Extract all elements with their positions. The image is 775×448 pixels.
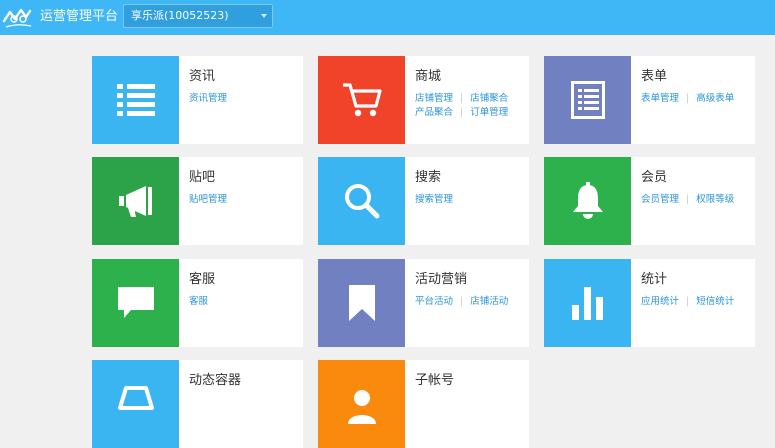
module-title[interactable]: 表单 xyxy=(641,69,667,85)
module-link[interactable]: 会员管理 xyxy=(641,194,679,205)
module-card[interactable]: 活动营销平台活动 | 店铺活动 xyxy=(318,259,529,347)
module-title[interactable]: 资讯 xyxy=(189,69,215,85)
module-title[interactable]: 活动营销 xyxy=(415,272,467,288)
store-select-value: 享乐派(10052523) xyxy=(131,9,229,22)
module-title[interactable]: 统计 xyxy=(641,272,667,288)
bar-chart-icon[interactable] xyxy=(544,259,631,347)
module-link[interactable]: 权限等级 xyxy=(696,194,734,205)
module-links: 贴吧管理 xyxy=(189,193,301,207)
link-separator: | xyxy=(686,296,690,307)
module-card[interactable]: 搜索 搜索管理 xyxy=(318,157,529,245)
link-separator: | xyxy=(686,93,690,104)
module-link[interactable]: 店铺管理 xyxy=(415,93,453,104)
bell-icon[interactable] xyxy=(544,157,631,245)
link-separator: | xyxy=(460,107,464,118)
chat-bubble-icon[interactable] xyxy=(92,259,179,347)
megaphone-icon[interactable] xyxy=(92,157,179,245)
module-title[interactable]: 搜索 xyxy=(415,170,441,186)
module-card[interactable]: 子帐号 xyxy=(318,360,529,448)
module-title[interactable]: 动态容器 xyxy=(189,373,241,389)
brand-logo[interactable] xyxy=(2,5,34,31)
search-icon[interactable] xyxy=(318,157,405,245)
shopping-cart-icon[interactable] xyxy=(318,56,405,144)
module-link[interactable]: 短信统计 xyxy=(696,296,734,307)
module-link[interactable]: 店铺活动 xyxy=(470,296,508,307)
form-document-icon[interactable] xyxy=(544,56,631,144)
module-links: 店铺管理 | 店铺聚合产品聚合 | 订单管理 xyxy=(415,92,527,120)
module-links: 搜索管理 xyxy=(415,193,527,207)
module-title[interactable]: 客服 xyxy=(189,272,215,288)
module-links: 会员管理 | 权限等级 xyxy=(641,193,753,207)
module-title[interactable]: 商城 xyxy=(415,69,441,85)
module-links: 平台活动 | 店铺活动 xyxy=(415,295,527,309)
list-icon[interactable] xyxy=(92,56,179,144)
module-link[interactable]: 订单管理 xyxy=(470,107,508,118)
user-icon[interactable] xyxy=(318,360,405,448)
module-card[interactable]: 会员会员管理 | 权限等级 xyxy=(544,157,755,245)
module-card[interactable]: 客服 客服 xyxy=(92,259,303,347)
module-title[interactable]: 贴吧 xyxy=(189,170,215,186)
module-links: 客服 xyxy=(189,295,301,309)
module-links: 应用统计 | 短信统计 xyxy=(641,295,753,309)
module-card[interactable]: 动态容器 xyxy=(92,360,303,448)
store-select-dropdown[interactable]: 享乐派(10052523) xyxy=(123,4,273,28)
module-link[interactable]: 高级表单 xyxy=(696,93,734,104)
module-card[interactable]: 商城店铺管理 | 店铺聚合产品聚合 | 订单管理 xyxy=(318,56,529,144)
module-link[interactable]: 店铺聚合 xyxy=(470,93,508,104)
module-links: 表单管理 | 高级表单 xyxy=(641,92,753,106)
module-links: 资讯管理 xyxy=(189,92,301,106)
module-card[interactable]: 统计应用统计 | 短信统计 xyxy=(544,259,755,347)
module-card[interactable]: 贴吧 贴吧管理 xyxy=(92,157,303,245)
module-link[interactable]: 平台活动 xyxy=(415,296,453,307)
module-link[interactable]: 资讯管理 xyxy=(189,93,227,104)
module-title[interactable]: 会员 xyxy=(641,170,667,186)
module-link[interactable]: 贴吧管理 xyxy=(189,194,227,205)
module-link[interactable]: 客服 xyxy=(189,296,208,307)
top-header-bar: 运营管理平台 享乐派(10052523) xyxy=(0,0,775,35)
module-link[interactable]: 表单管理 xyxy=(641,93,679,104)
module-link[interactable]: 应用统计 xyxy=(641,296,679,307)
link-separator: | xyxy=(460,296,464,307)
module-title[interactable]: 子帐号 xyxy=(415,373,454,389)
bookmark-icon[interactable] xyxy=(318,259,405,347)
container-icon[interactable] xyxy=(92,360,179,448)
module-link[interactable]: 搜索管理 xyxy=(415,194,453,205)
chevron-down-icon xyxy=(261,14,267,18)
module-card[interactable]: 表单表单管理 | 高级表单 xyxy=(544,56,755,144)
module-card[interactable]: 资讯 资讯管理 xyxy=(92,56,303,144)
link-separator: | xyxy=(460,93,464,104)
app-title: 运营管理平台 xyxy=(40,9,119,24)
link-separator: | xyxy=(686,194,690,205)
module-link[interactable]: 产品聚合 xyxy=(415,107,453,118)
